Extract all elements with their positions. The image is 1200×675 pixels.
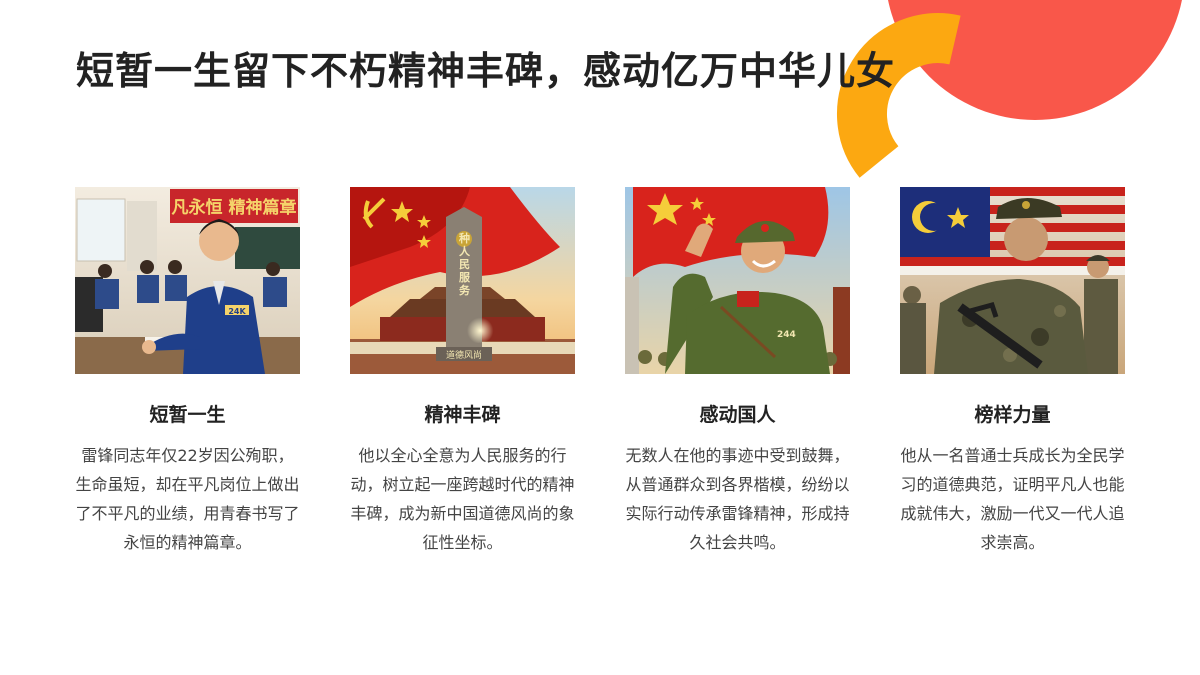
banner-text: 凡永恒 精神篇章 xyxy=(172,197,297,218)
badge-text: 244 xyxy=(777,330,796,340)
card-title: 精神丰碑 xyxy=(424,404,501,426)
classroom-photo: 凡永恒 精神篇章 24K xyxy=(75,187,300,374)
card-title: 感动国人 xyxy=(699,404,776,426)
card-title: 短暂一生 xyxy=(149,404,226,426)
red-circle-shape xyxy=(888,0,1182,120)
plaque-text: 道德风尚 xyxy=(446,349,482,361)
card-description: 他以全心全意为人民服务的行动，树立起一座跨越时代的精神丰碑，成为新中国道德风尚的… xyxy=(350,446,575,552)
card-title: 榜样力量 xyxy=(974,404,1051,426)
card-description: 无数人在他的事迹中受到鼓舞，从普通群众到各界楷模，纷纷以实际行动传承雷锋精神，形… xyxy=(625,446,850,552)
card-description: 雷锋同志年仅22岁因公殉职，生命虽短，却在平凡岗位上做出了不平凡的业绩，用青春书… xyxy=(75,446,300,552)
card-role-model: 榜样力量 他从一名普通士兵成长为全民学习的道德典范，证明平凡人也能成就伟大，激励… xyxy=(900,187,1125,557)
slide-title: 短暂一生留下不朽精神丰碑，感动亿万中华儿女 xyxy=(76,49,896,93)
card-description: 他从一名普通士兵成长为全民学习的道德典范，证明平凡人也能成就伟大，激励一代又一代… xyxy=(900,446,1125,552)
monument-photo: 种人民服务 道德风尚 xyxy=(350,187,575,374)
card-short-life: 凡永恒 精神篇章 24K 短暂一生 雷锋同志年仅22岁因公殉职，生命虽短，却在平… xyxy=(75,187,300,557)
card-inspire-nation: 244 感动国人 无数人在他的事迹中受到鼓舞，从普通群众到各界楷模，纷纷以实际行… xyxy=(625,187,850,557)
card-monument: 种人民服务 道德风尚 精神丰碑 他以全心全意为人民服务的行动，树立起一座跨越时代… xyxy=(350,187,575,557)
badge-text: 24K xyxy=(228,307,246,316)
modern-soldier-photo xyxy=(900,187,1125,374)
monument-text: 种人民服务 xyxy=(458,231,472,297)
saluting-soldier-photo: 244 xyxy=(625,187,850,374)
